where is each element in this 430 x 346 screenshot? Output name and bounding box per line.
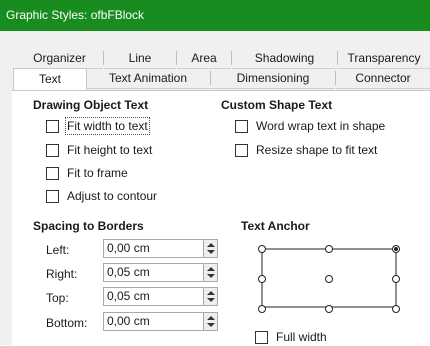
word-wrap-label: Word wrap text in shape bbox=[256, 119, 386, 133]
left-label: Left: bbox=[46, 243, 70, 257]
checkbox-box[interactable] bbox=[46, 189, 59, 203]
anchor-bottom-center[interactable] bbox=[325, 305, 333, 313]
tab-text[interactable]: Text bbox=[13, 68, 87, 90]
checkbox-box[interactable] bbox=[255, 330, 268, 344]
anchor-middle-center[interactable] bbox=[325, 275, 333, 283]
fit-to-frame-checkbox[interactable]: Fit to frame bbox=[46, 166, 128, 180]
bottom-spin-input[interactable]: 0,00 cm bbox=[103, 312, 215, 331]
right-spin-button[interactable] bbox=[203, 263, 218, 282]
left-spin-button[interactable] bbox=[203, 239, 218, 258]
tab-text-animation[interactable]: Text Animation bbox=[86, 68, 210, 89]
resize-shape-checkbox[interactable]: Resize shape to fit text bbox=[235, 143, 377, 157]
full-width-checkbox[interactable]: Full width bbox=[255, 330, 327, 344]
tab-transparency[interactable]: Transparency bbox=[338, 48, 430, 69]
word-wrap-checkbox[interactable]: Word wrap text in shape bbox=[235, 119, 385, 133]
tab-organizer[interactable]: Organizer bbox=[16, 48, 103, 69]
title-bar: Graphic Styles: ofbFBlock bbox=[0, 0, 430, 31]
tab-content-text: Drawing Object Text Fit width to text Fi… bbox=[12, 90, 430, 346]
left-spin-input[interactable]: 0,00 cm bbox=[103, 239, 215, 258]
anchor-top-left[interactable] bbox=[258, 245, 266, 253]
fit-width-label: Fit width to text bbox=[65, 117, 150, 135]
anchor-middle-right[interactable] bbox=[392, 275, 400, 283]
tab-dimensioning[interactable]: Dimensioning bbox=[211, 68, 335, 89]
adjust-to-contour-checkbox[interactable]: Adjust to contour bbox=[46, 189, 157, 203]
anchor-top-right[interactable] bbox=[392, 245, 400, 253]
anchor-middle-left[interactable] bbox=[258, 275, 266, 283]
anchor-top-center[interactable] bbox=[325, 245, 333, 253]
checkbox-box[interactable] bbox=[235, 119, 248, 133]
dialog-panel: Organizer Line Area Shadowing Transparen… bbox=[0, 31, 430, 346]
anchor-bottom-left[interactable] bbox=[258, 305, 266, 313]
tab-area[interactable]: Area bbox=[177, 48, 231, 69]
checkbox-box[interactable] bbox=[46, 143, 59, 157]
fit-height-checkbox[interactable]: Fit height to text bbox=[46, 143, 152, 157]
top-spin-input[interactable]: 0,05 cm bbox=[103, 287, 215, 306]
fit-height-label: Fit height to text bbox=[67, 143, 153, 157]
adjust-to-contour-label: Adjust to contour bbox=[67, 189, 158, 203]
spacing-heading: Spacing to Borders bbox=[33, 219, 144, 233]
fit-to-frame-label: Fit to frame bbox=[67, 166, 128, 180]
drawing-object-text-heading: Drawing Object Text bbox=[33, 98, 149, 112]
tab-connector[interactable]: Connector bbox=[336, 68, 430, 89]
window-title: Graphic Styles: ofbFBlock bbox=[6, 8, 145, 22]
checkbox-box[interactable] bbox=[235, 143, 248, 157]
top-spin-button[interactable] bbox=[203, 287, 218, 306]
resize-shape-label: Resize shape to fit text bbox=[256, 143, 378, 157]
custom-shape-text-heading: Custom Shape Text bbox=[221, 98, 333, 112]
right-spin-input[interactable]: 0,05 cm bbox=[103, 263, 215, 282]
anchor-bottom-right[interactable] bbox=[392, 305, 400, 313]
bottom-spin-button[interactable] bbox=[203, 312, 218, 331]
tab-line[interactable]: Line bbox=[104, 48, 176, 69]
checkbox-box[interactable] bbox=[46, 119, 59, 133]
bottom-label: Bottom: bbox=[46, 316, 88, 330]
full-width-label: Full width bbox=[276, 330, 327, 344]
fit-width-checkbox[interactable]: Fit width to text bbox=[46, 117, 150, 135]
checkbox-box[interactable] bbox=[46, 166, 59, 180]
tab-shadowing[interactable]: Shadowing bbox=[232, 48, 337, 69]
right-label: Right: bbox=[46, 267, 78, 281]
text-anchor-heading: Text Anchor bbox=[241, 219, 310, 233]
top-label: Top: bbox=[46, 291, 69, 305]
